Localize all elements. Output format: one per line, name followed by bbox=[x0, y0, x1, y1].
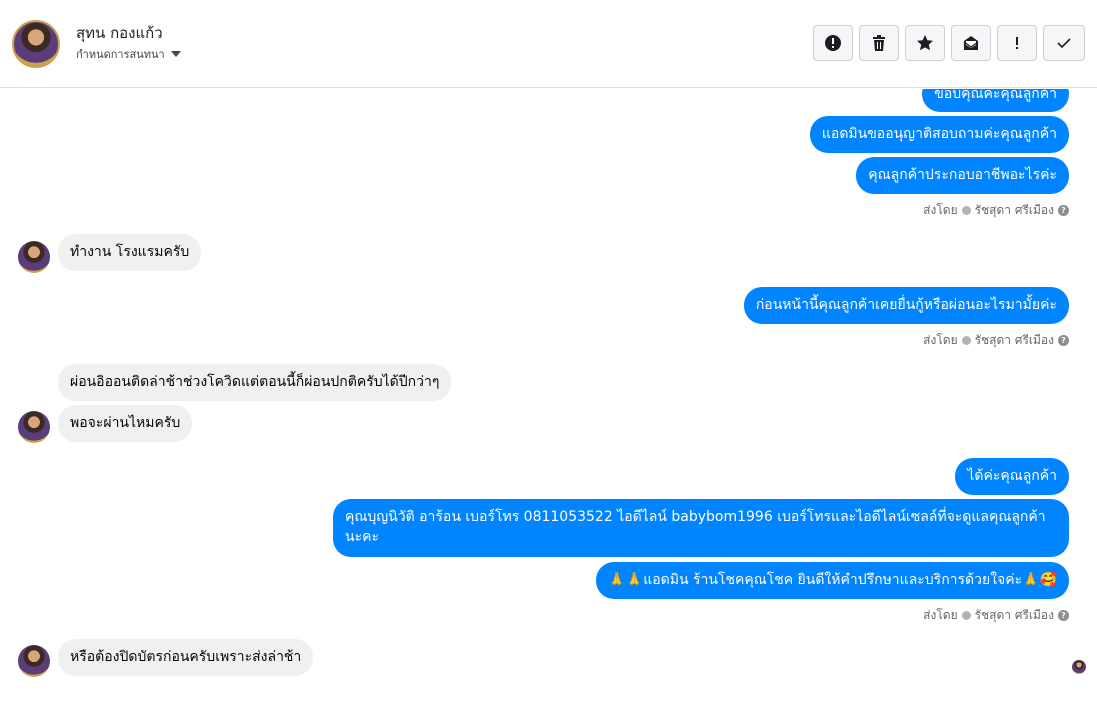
outgoing-message: คุณลูกค้าประกอบอาชีพอะไรค่ะ bbox=[856, 157, 1069, 194]
sent-by-agent[interactable]: รัชสุดา ศรีเมือง bbox=[975, 331, 1054, 350]
alert-circle-icon bbox=[825, 35, 841, 51]
help-icon[interactable]: ? bbox=[1058, 205, 1069, 216]
outgoing-message: 🙏🙏แอดมิน ร้านโชคคุณโชค ยินดีให้คำปรึกษาแ… bbox=[596, 562, 1069, 599]
agent-status-icon bbox=[961, 611, 971, 620]
outgoing-message: ก่อนหน้านี้คุณลูกค้าเคยยื่นกู้หรือผ่อนอะ… bbox=[743, 287, 1069, 324]
checkmark-icon bbox=[1057, 38, 1071, 49]
sent-by-label: ส่งโดย bbox=[923, 333, 958, 347]
contact-avatar-small bbox=[18, 241, 50, 273]
report-button[interactable] bbox=[813, 25, 853, 61]
delete-button[interactable] bbox=[859, 25, 899, 61]
outgoing-message: คุณบุญนิวัติ อาร้อน เบอร์โทร 0811053522 … bbox=[333, 499, 1069, 557]
trash-icon bbox=[873, 35, 885, 51]
mark-important-button[interactable] bbox=[997, 25, 1037, 61]
contact-name[interactable]: สุทน กองแก้ว bbox=[76, 21, 163, 45]
contact-avatar[interactable] bbox=[12, 20, 60, 68]
mark-done-button[interactable] bbox=[1043, 25, 1085, 61]
sent-by-agent[interactable]: รัชสุดา ศรีเมือง bbox=[975, 606, 1054, 625]
seen-indicator-avatar bbox=[1072, 660, 1086, 674]
incoming-message: ผ่อนอิออนติดล่าช้าช่วงโควิดแต่ตอนนี้ก็ผ่… bbox=[58, 364, 452, 401]
sent-by-info: ส่งโดย รัชสุดา ศรีเมือง ? bbox=[923, 201, 1069, 220]
sent-by-label: ส่งโดย bbox=[923, 203, 958, 217]
sent-by-info: ส่งโดย รัชสุดา ศรีเมือง ? bbox=[923, 331, 1069, 350]
outgoing-message: ขอบคุณค่ะคุณลูกค้า bbox=[922, 89, 1069, 112]
conversation-header: สุทน กองแก้ว กำหนดการสนทนา bbox=[0, 0, 1097, 88]
sent-by-label: ส่งโดย bbox=[923, 608, 958, 622]
action-toolbar bbox=[813, 25, 1085, 61]
incoming-message: พอจะผ่านไหมครับ bbox=[58, 405, 193, 442]
agent-status-icon bbox=[961, 336, 971, 345]
star-icon bbox=[917, 35, 933, 51]
exclamation-icon bbox=[1016, 37, 1018, 49]
outgoing-message: แอดมินขออนุญาติสอบถามค่ะคุณลูกค้า bbox=[809, 116, 1069, 153]
caret-down-icon bbox=[170, 51, 181, 57]
outgoing-message: ได้ค่ะคุณลูกค้า bbox=[955, 458, 1069, 495]
incoming-message: หรือต้องปิดบัตรก่อนครับเพราะส่งล่าช้า bbox=[58, 639, 314, 676]
help-icon[interactable]: ? bbox=[1058, 610, 1069, 621]
envelope-icon bbox=[963, 36, 979, 50]
sent-by-info: ส่งโดย รัชสุดา ศรีเมือง ? bbox=[923, 606, 1069, 625]
star-button[interactable] bbox=[905, 25, 945, 61]
contact-avatar-small bbox=[18, 411, 50, 443]
message-thread: ขอบคุณค่ะคุณลูกค้า แอดมินขออนุญาติสอบถาม… bbox=[0, 89, 1097, 708]
contact-avatar-small bbox=[18, 645, 50, 677]
conversation-schedule-label: กำหนดการสนทนา bbox=[76, 48, 165, 61]
incoming-message: ทำงาน โรงแรมครับ bbox=[58, 234, 202, 271]
agent-status-icon bbox=[961, 206, 971, 215]
conversation-schedule-dropdown[interactable]: กำหนดการสนทนา bbox=[76, 45, 181, 63]
help-icon[interactable]: ? bbox=[1058, 335, 1069, 346]
sent-by-agent[interactable]: รัชสุดา ศรีเมือง bbox=[975, 201, 1054, 220]
mark-unread-button[interactable] bbox=[951, 25, 991, 61]
